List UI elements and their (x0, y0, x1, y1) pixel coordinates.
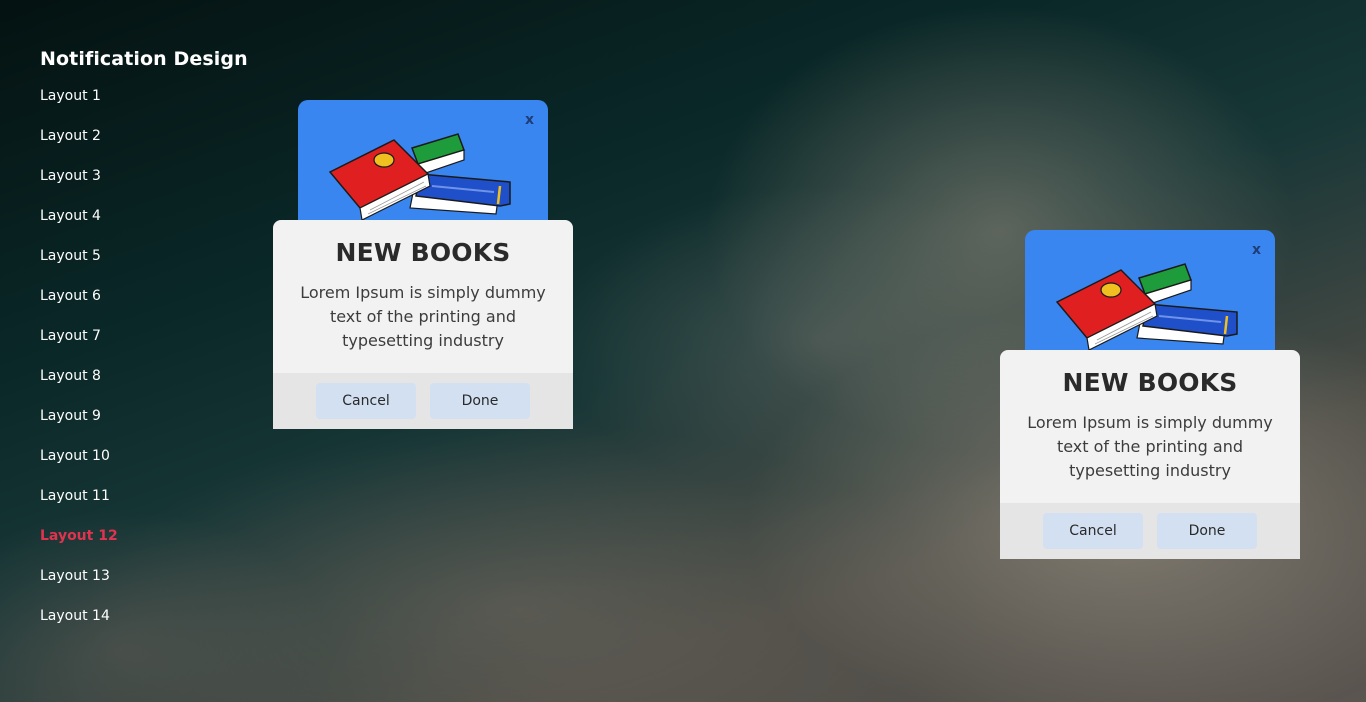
sidebar-item-layout-10[interactable]: Layout 10 (40, 444, 248, 484)
notification-actions: Cancel Done (273, 373, 573, 429)
sidebar-item-layout-3[interactable]: Layout 3 (40, 164, 248, 204)
notification-body: NEW BOOKS Lorem Ipsum is simply dummy te… (273, 220, 573, 429)
page-title: Notification Design (40, 48, 248, 70)
notification-message: Lorem Ipsum is simply dummy text of the … (300, 283, 546, 350)
sidebar-item-layout-8[interactable]: Layout 8 (40, 364, 248, 404)
notification-title: NEW BOOKS (335, 238, 511, 267)
done-button[interactable]: Done (1157, 513, 1257, 549)
notification-title: NEW BOOKS (1062, 368, 1238, 397)
sidebar-item-layout-5[interactable]: Layout 5 (40, 244, 248, 284)
sidebar-item-layout-6[interactable]: Layout 6 (40, 284, 248, 324)
sidebar-item-layout-13[interactable]: Layout 13 (40, 564, 248, 604)
cancel-button[interactable]: Cancel (1043, 513, 1143, 549)
notification-message: Lorem Ipsum is simply dummy text of the … (1027, 413, 1273, 480)
cancel-button[interactable]: Cancel (316, 383, 416, 419)
done-button[interactable]: Done (430, 383, 530, 419)
notification-body: NEW BOOKS Lorem Ipsum is simply dummy te… (1000, 350, 1300, 559)
notification-card-1: x NEW BOOKS Lorem Ipsum is simply dummy … (273, 100, 573, 429)
sidebar-item-layout-1[interactable]: Layout 1 (40, 84, 248, 124)
sidebar-item-layout-12[interactable]: Layout 12 (40, 524, 248, 564)
books-illustration-icon (328, 133, 511, 220)
close-icon[interactable]: x (1252, 242, 1261, 258)
notification-card-2: x NEW BOOKS Lorem Ipsum is simply dummy … (1000, 230, 1300, 559)
sidebar-item-layout-2[interactable]: Layout 2 (40, 124, 248, 164)
sidebar: Notification Design Layout 1 Layout 2 La… (40, 48, 248, 644)
books-illustration-icon (1055, 263, 1238, 350)
sidebar-item-layout-14[interactable]: Layout 14 (40, 604, 248, 644)
sidebar-item-layout-7[interactable]: Layout 7 (40, 324, 248, 364)
layout-list: Layout 1 Layout 2 Layout 3 Layout 4 Layo… (40, 84, 248, 644)
sidebar-item-layout-9[interactable]: Layout 9 (40, 404, 248, 444)
close-icon[interactable]: x (525, 112, 534, 128)
sidebar-item-layout-4[interactable]: Layout 4 (40, 204, 248, 244)
notification-image: x (1025, 230, 1275, 360)
sidebar-item-layout-11[interactable]: Layout 11 (40, 484, 248, 524)
notification-actions: Cancel Done (1000, 503, 1300, 559)
notification-image: x (298, 100, 548, 230)
